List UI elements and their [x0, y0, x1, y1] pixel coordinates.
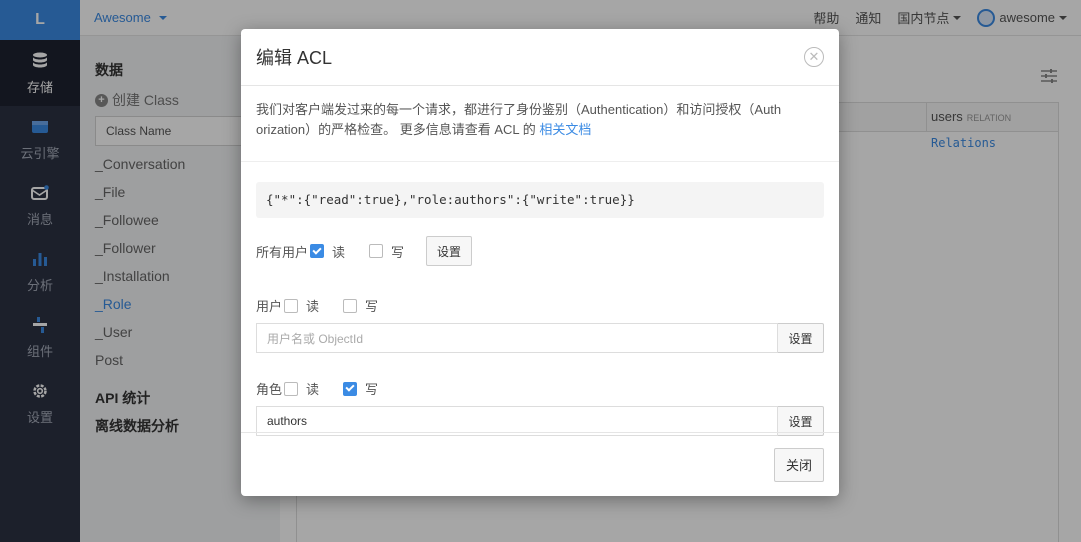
- user-input-group: 用户名或 ObjectId 设置: [256, 323, 824, 353]
- write-label: 写: [365, 382, 379, 397]
- acl-json-preview: {"*":{"read":true},"role:authors":{"writ…: [256, 182, 824, 218]
- read-label: 读: [306, 299, 320, 314]
- user-row: 用户 读 写: [256, 296, 824, 315]
- user-read-checkbox[interactable]: [284, 298, 299, 313]
- read-label: 读: [332, 244, 346, 260]
- modal-header: 编辑 ACL ✕: [241, 29, 839, 86]
- docs-link[interactable]: 相关文档: [539, 122, 591, 137]
- write-label: 写: [365, 299, 379, 314]
- modal-body: {"*":{"read":true},"role:authors":{"writ…: [241, 162, 839, 436]
- desc-line-1: 我们对客户端发过来的每一个请求，都进行了身份鉴别（Authentication）…: [256, 102, 782, 117]
- user-write-checkbox[interactable]: [343, 298, 358, 313]
- all-users-row: 所有用户 读 写 设置: [256, 236, 824, 266]
- edit-acl-modal: 编辑 ACL ✕ 我们对客户端发过来的每一个请求，都进行了身份鉴别（Authen…: [241, 29, 839, 496]
- user-label: 用户: [256, 299, 283, 314]
- role-label: 角色: [256, 382, 283, 397]
- acl-description: 我们对客户端发过来的每一个请求，都进行了身份鉴别（Authentication）…: [241, 86, 839, 162]
- close-icon[interactable]: ✕: [804, 47, 824, 67]
- all-users-label: 所有用户: [256, 244, 309, 260]
- write-label: 写: [391, 244, 405, 260]
- role-read-checkbox[interactable]: [284, 381, 299, 396]
- desc-line-2: orization）的严格检查。 更多信息请查看 ACL 的: [256, 122, 540, 137]
- all-users-write-checkbox[interactable]: [369, 244, 384, 258]
- all-users-read-checkbox[interactable]: [310, 244, 325, 258]
- close-button[interactable]: 关闭: [774, 447, 824, 482]
- modal-footer: 关闭: [241, 432, 839, 496]
- user-id-input[interactable]: 用户名或 ObjectId: [256, 323, 778, 353]
- all-users-set-button[interactable]: 设置: [426, 236, 473, 266]
- role-row: 角色 读 写: [256, 379, 824, 398]
- role-write-checkbox[interactable]: [343, 381, 358, 396]
- user-set-button[interactable]: 设置: [778, 323, 824, 353]
- modal-title: 编辑 ACL: [256, 48, 333, 68]
- read-label: 读: [306, 382, 320, 397]
